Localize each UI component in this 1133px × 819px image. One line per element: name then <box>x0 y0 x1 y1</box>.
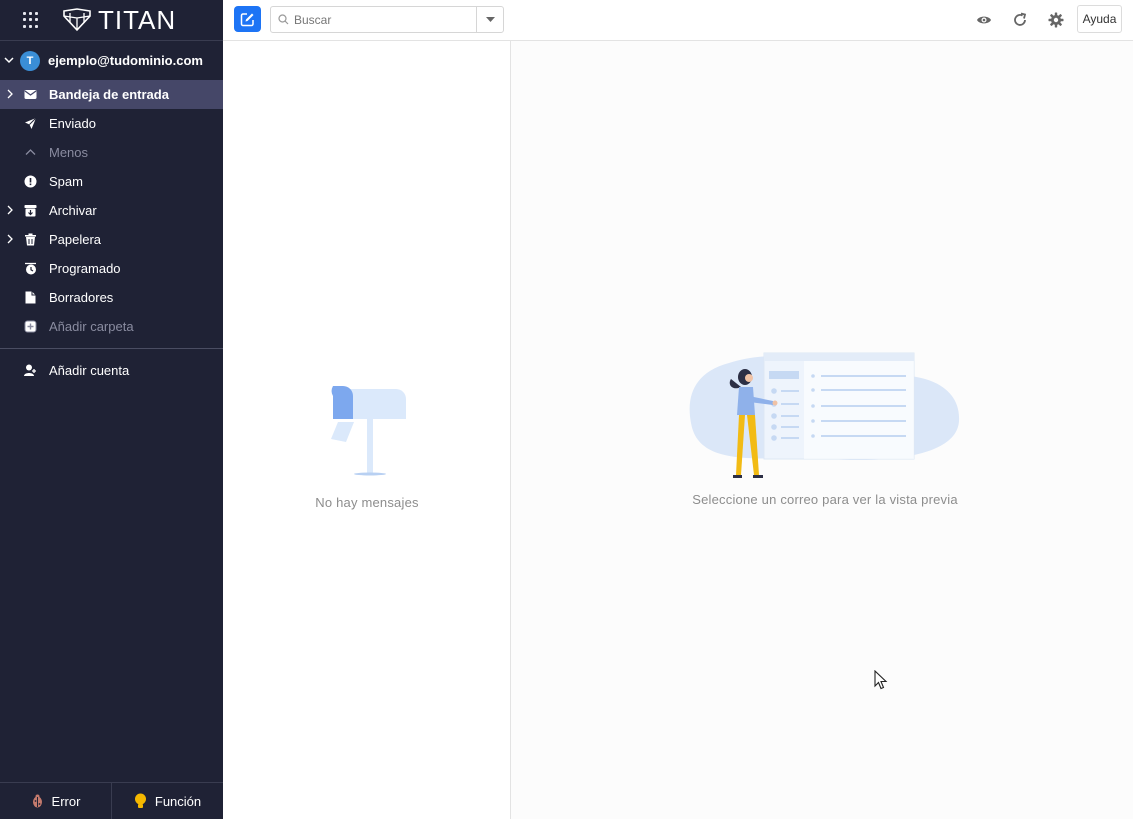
toolbar: Ayuda <box>223 0 1133 41</box>
add-user-icon <box>24 364 36 376</box>
send-icon <box>25 117 37 129</box>
alert-icon <box>24 175 37 188</box>
error-label: Error <box>51 793 81 809</box>
sidebar-item-label: Borradores <box>49 290 114 305</box>
sidebar-item-spam[interactable]: Spam <box>0 167 223 196</box>
search-box <box>270 6 504 33</box>
chevron-up-icon <box>25 149 36 155</box>
lightbulb-icon <box>134 793 146 808</box>
chevron-down-icon[interactable] <box>4 55 18 67</box>
sidebar-item-label: Archivar <box>49 203 97 218</box>
message-list-pane: No hay mensajes <box>223 41 511 819</box>
search-input[interactable] <box>294 10 474 29</box>
sidebar-item-label: Spam <box>49 174 83 189</box>
add-folder-icon <box>24 320 37 333</box>
gear-icon[interactable] <box>1048 12 1064 28</box>
feature-label: Función <box>154 793 202 809</box>
draft-icon <box>25 291 36 304</box>
empty-list-message: No hay mensajes <box>315 495 419 510</box>
apps-grid-icon[interactable] <box>23 12 39 28</box>
account-email: ejemplo@tudominio.com <box>48 53 203 68</box>
titan-logo-icon <box>63 8 91 32</box>
mailbox-illustration <box>331 386 406 476</box>
trash-icon <box>25 233 36 246</box>
chevron-right-icon[interactable] <box>6 204 14 216</box>
chevron-right-icon[interactable] <box>6 88 14 100</box>
sidebar: TITAN T ejemplo@tudominio.com Bandeja de… <box>0 0 223 819</box>
sidebar-item-label: Añadir carpeta <box>49 319 134 334</box>
sidebar-item-inbox[interactable]: Bandeja de entrada <box>0 80 223 109</box>
bug-icon <box>32 794 42 808</box>
sidebar-item-label: Enviado <box>49 116 96 131</box>
feature-request-button[interactable]: Función <box>111 783 223 819</box>
sidebar-item-scheduled[interactable]: Programado <box>0 254 223 283</box>
sidebar-item-label: Bandeja de entrada <box>49 87 169 102</box>
sidebar-item-less[interactable]: Menos <box>0 138 223 167</box>
preview-pane: Seleccione un correo para ver la vista p… <box>511 41 1133 819</box>
compose-button[interactable] <box>234 6 261 32</box>
inbox-icon <box>24 90 37 99</box>
sidebar-item-label: Papelera <box>49 232 102 247</box>
sidebar-item-archive[interactable]: Archivar <box>0 196 223 225</box>
sidebar-item-sent[interactable]: Enviado <box>0 109 223 138</box>
app-name: TITAN <box>98 4 177 35</box>
caret-down-icon <box>485 17 495 22</box>
mouse-cursor-icon <box>874 670 888 690</box>
search-icon <box>278 14 289 25</box>
sidebar-item-label: Programado <box>49 261 121 276</box>
sidebar-item-add-folder[interactable]: Añadir carpeta <box>0 312 223 341</box>
chevron-right-icon[interactable] <box>6 233 14 245</box>
search-options-button[interactable] <box>476 7 503 32</box>
sidebar-footer: Error Función <box>0 782 223 819</box>
compose-icon <box>240 12 254 26</box>
refresh-icon[interactable] <box>1012 12 1028 28</box>
archive-icon <box>24 205 37 217</box>
sidebar-item-label: Menos <box>49 145 89 160</box>
sidebar-item-drafts[interactable]: Borradores <box>0 283 223 312</box>
add-account-label: Añadir cuenta <box>49 363 130 378</box>
eye-icon[interactable] <box>976 12 992 28</box>
help-button[interactable]: Ayuda <box>1077 5 1122 33</box>
folder-list: Bandeja de entrada Enviado Menos Spam Ar… <box>0 80 223 341</box>
app-logo: TITAN <box>62 5 176 36</box>
sidebar-item-trash[interactable]: Papelera <box>0 225 223 254</box>
clock-icon <box>25 262 36 275</box>
brand-bar: TITAN <box>0 0 223 41</box>
empty-preview-message: Seleccione un correo para ver la vista p… <box>692 492 958 507</box>
account-row[interactable]: T ejemplo@tudominio.com <box>0 41 223 80</box>
avatar: T <box>20 50 40 71</box>
empty-preview-illustration <box>689 352 960 478</box>
add-account-button[interactable]: Añadir cuenta <box>0 349 223 391</box>
report-error-button[interactable]: Error <box>0 783 111 819</box>
